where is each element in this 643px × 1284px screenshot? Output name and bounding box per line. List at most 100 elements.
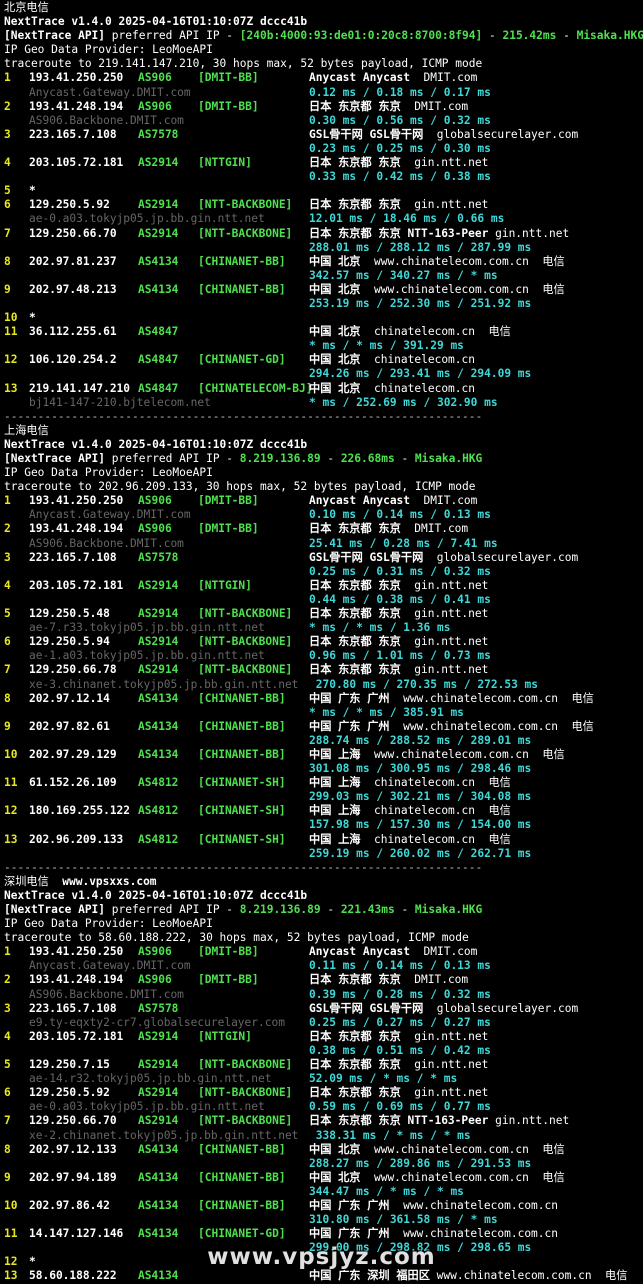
section-title: 上海电信 <box>4 423 49 437</box>
hop-ip: 202.97.12.14 <box>29 691 110 705</box>
hop-row: 10 202.97.86.42 AS4134 [CHINANET-BB] 中国 广东 广… <box>4 1199 643 1213</box>
api-latency: 226.68ms <box>340 452 395 465</box>
hop-asn: AS4134 <box>138 1198 179 1212</box>
hop-geo-group: 中国 北京 chinatelecom.cn <box>309 382 475 396</box>
hop-rtt: 0.39 ms / 0.28 ms / 0.32 ms <box>309 987 491 1001</box>
hop-index: 9 <box>4 719 11 733</box>
hop-ip: 129.250.5.92 <box>29 1086 110 1100</box>
hop-hostname: xe-3.chinanet.tokyjp05.jp.bb.gin.ntt.net <box>29 677 299 691</box>
hop-geo: 中国 上海 <box>309 804 361 818</box>
api-dash: - <box>320 903 341 916</box>
hop-geo: 中国 上海 <box>309 832 361 846</box>
hop-hostname: AS906.Backbone.DMIT.com <box>29 536 184 550</box>
hop-rtt: 0.30 ms / 0.56 ms / 0.32 ms <box>309 113 491 127</box>
hop-rtt: 259.19 ms / 260.02 ms / 262.71 ms <box>309 846 532 860</box>
hop-detail-row: 0.33 ms / 0.42 ms / 0.38 ms <box>4 170 643 184</box>
hop-ip: * <box>29 184 36 198</box>
hop-index: 11 <box>4 1227 18 1241</box>
hop-row: 3 223.165.7.108 AS7578 GSL骨干网 GSL骨干网 global… <box>4 128 643 142</box>
hop-domain: chinatelecom.cn 电信 <box>360 804 511 818</box>
hop-geo-group: 日本 东京都 东京 NTT-163-Peer gin.ntt.net <box>309 227 569 241</box>
hop-rtt: 25.41 ms / 0.28 ms / 7.41 ms <box>309 536 498 550</box>
geo-provider: IP Geo Data Provider: LeoMoeAPI <box>4 43 213 57</box>
hop-rtt: 52.09 ms / * ms / * ms <box>309 1072 458 1086</box>
hop-detail-row: 259.19 ms / 260.02 ms / 262.71 ms <box>4 847 643 861</box>
hop-rtt: 157.98 ms / 157.30 ms / 154.00 ms <box>309 818 532 832</box>
api-prefix: [NextTrace API] <box>4 29 106 43</box>
hop-ip: 202.96.209.133 <box>29 832 124 846</box>
section-separator: ----------------------------------------… <box>4 410 643 424</box>
hop-index: 10 <box>4 1198 18 1212</box>
hop-tag: [CHINANET-BB] <box>198 1170 286 1184</box>
api-dash: - <box>482 29 503 43</box>
hop-rtt: 299.03 ms / 302.21 ms / 304.08 ms <box>309 790 532 804</box>
hop-tag: [NTT-BACKBONE] <box>198 1086 293 1100</box>
hop-tag: [CHINANET-BB] <box>198 691 286 705</box>
hop-geo-group: GSL骨干网 GSL骨干网 globalsecurelayer.com <box>309 1002 578 1016</box>
hop-ip: 193.41.248.194 <box>29 99 124 113</box>
hop-ip: 203.105.72.181 <box>29 578 124 592</box>
hop-tag: [NTTGIN] <box>198 156 252 170</box>
hop-index: 2 <box>4 973 11 987</box>
hop-domain: chinatelecom.cn 电信 <box>360 776 511 790</box>
hop-ip: 193.41.250.250 <box>29 945 124 959</box>
hop-row: 1 193.41.250.250 AS906 [DMIT-BB] Anycast Any… <box>4 494 643 508</box>
api-dash: - <box>394 452 415 465</box>
hop-geo: 中国 广东 广州 <box>309 1198 390 1212</box>
hop-index: 11 <box>4 776 18 790</box>
hop-rtt: 0.10 ms / 0.14 ms / 0.13 ms <box>309 508 491 522</box>
hop-geo-group: 日本 东京都 东京 gin.ntt.net <box>309 198 488 212</box>
hop-geo-group: 中国 北京 www.chinatelecom.com.cn 电信 <box>309 1143 565 1157</box>
hop-row: 11 14.147.127.146 AS4134 [CHINANET-GD] 中国 广东… <box>4 1227 643 1241</box>
hop-tag: [NTTGIN] <box>198 1029 252 1043</box>
separator-dashes: ----------------------------------------… <box>4 860 483 874</box>
section-title-line: 上海电信 <box>4 424 643 438</box>
hop-detail-row: 301.08 ms / 300.95 ms / 298.46 ms <box>4 762 643 776</box>
hop-geo: 中国 北京 <box>309 1142 361 1156</box>
api-line: [NextTrace API] preferred API IP - 8.219… <box>4 903 643 917</box>
hop-rtt: 288.27 ms / 289.86 ms / 291.53 ms <box>309 1156 532 1170</box>
hop-domain: www.chinatelecom.com.cn 电信 <box>389 691 594 705</box>
hop-ip: 202.97.94.189 <box>29 1170 117 1184</box>
hop-geo: 日本 东京都 东京 <box>309 198 401 212</box>
hop-geo-group: 日本 东京都 东京 DMIT.com <box>309 522 468 536</box>
hop-geo: 中国 北京 <box>309 1170 361 1184</box>
hop-asn: AS906 <box>138 522 172 536</box>
hop-detail-row: 0.23 ms / 0.25 ms / 0.30 ms <box>4 142 643 156</box>
hop-asn: AS906 <box>138 945 172 959</box>
traceroute-line: traceroute to 58.60.188.222, 30 hops max… <box>4 931 643 945</box>
hop-detail-row: 0.25 ms / 0.31 ms / 0.32 ms <box>4 565 643 579</box>
hop-detail-row: 294.26 ms / 293.41 ms / 294.09 ms <box>4 367 643 381</box>
api-line: [NextTrace API] preferred API IP - [240b… <box>4 29 643 43</box>
hop-tag: [CHINANET-BB] <box>198 282 286 296</box>
geo-provider-line: IP Geo Data Provider: LeoMoeAPI <box>4 466 643 480</box>
hop-row: 5 129.250.5.48 AS2914 [NTT-BACKBONE] 日本 东京都 … <box>4 607 643 621</box>
hop-geo: 中国 上海 <box>309 776 361 790</box>
hop-tag: [DMIT-BB] <box>198 494 259 508</box>
hop-tag: [NTT-BACKBONE] <box>198 226 293 240</box>
hop-geo-group: 中国 广东 广州 www.chinatelecom.com.cn <box>309 1199 558 1213</box>
hop-asn: AS4847 <box>138 381 179 395</box>
hop-geo-group: 日本 东京都 东京 DMIT.com <box>309 973 468 987</box>
hop-row: 3 223.165.7.108 AS7578 GSL骨干网 GSL骨干网 global… <box>4 1002 643 1016</box>
hop-row: 8 202.97.12.14 AS4134 [CHINANET-BB] 中国 广东 广州… <box>4 692 643 706</box>
hop-domain: chinatelecom.cn 电信 <box>360 325 511 339</box>
hop-detail-row: xe-3.chinanet.tokyjp05.jp.bb.gin.ntt.net… <box>4 678 643 692</box>
hop-row: 10 202.97.29.129 AS4134 [CHINANET-BB] 中国 上海 … <box>4 748 643 762</box>
hop-domain: DMIT.com <box>400 99 469 113</box>
hop-asn: AS2914 <box>138 1058 179 1072</box>
hop-ip: 58.60.188.222 <box>29 1269 117 1283</box>
hop-row: 1 193.41.250.250 AS906 [DMIT-BB] Anycast Any… <box>4 945 643 959</box>
traceroute-header: traceroute to 202.96.209.133, 30 hops ma… <box>4 480 476 494</box>
hop-asn: AS906 <box>138 494 172 508</box>
hop-row: 4 203.105.72.181 AS2914 [NTTGIN] 日本 东京都 东京 g… <box>4 579 643 593</box>
api-prefix: [NextTrace API] <box>4 452 106 465</box>
hop-domain: chinatelecom.cn <box>360 381 476 395</box>
hop-index: 3 <box>4 127 11 141</box>
hop-geo-group: 中国 北京 chinatelecom.cn 电信 <box>309 325 511 339</box>
hop-geo-group: 日本 东京都 东京 gin.ntt.net <box>309 579 488 593</box>
hop-row: 5 129.250.7.15 AS2914 [NTT-BACKBONE] 日本 东京都 … <box>4 1058 643 1072</box>
hop-asn: AS2914 <box>138 1114 179 1128</box>
api-ip: 8.219.136.89 <box>239 903 321 916</box>
hop-geo: 日本 东京都 东京 <box>309 1058 401 1072</box>
